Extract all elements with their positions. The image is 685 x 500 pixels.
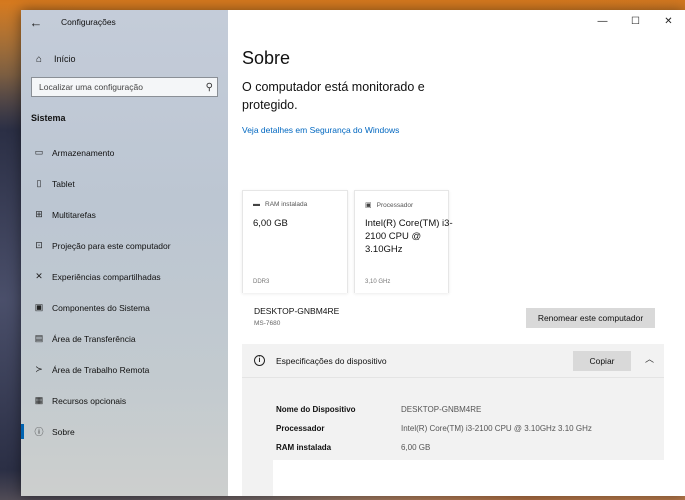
sidebar-item-componentes-do-sistema[interactable]: ▣ Componentes do Sistema xyxy=(21,292,228,323)
back-button[interactable]: ← xyxy=(21,10,51,34)
projection-icon: ⊡ xyxy=(35,240,43,250)
sidebar-item--rea-de-transfer-ncia[interactable]: ▤ Área de Transferência xyxy=(21,323,228,354)
page-title: Sobre xyxy=(242,48,291,68)
device-specs-header[interactable]: i Especificações do dispositivo Copiar ︿ xyxy=(242,344,664,378)
sidebar-item-label: Tablet xyxy=(52,178,75,189)
spec-value: 6,00 GB xyxy=(401,443,431,452)
sidebar: ← Configurações ⌂ Início Localizar uma c… xyxy=(21,10,228,496)
processor-card-label: ▣ Processador xyxy=(365,201,414,210)
processor-card-title: Processador xyxy=(376,201,414,209)
back-arrow-icon: ← xyxy=(29,14,43,30)
device-bar: DESKTOP-GNBM4RE MS-7680 xyxy=(242,297,542,337)
home-icon: ⌂ xyxy=(35,53,43,65)
search-icon: ⚲ xyxy=(205,81,213,93)
ram-card: ▬ RAM instalada 6,00 GB DDR3 xyxy=(242,190,348,293)
device-specs-title: Especificações do dispositivo xyxy=(276,356,387,366)
close-icon[interactable]: ✕ xyxy=(652,10,685,32)
sidebar-item-recursos-opcionais[interactable]: ▦ Recursos opcionais xyxy=(21,385,228,416)
device-specs-panel: i Especificações do dispositivo Copiar ︿… xyxy=(242,344,664,496)
ram-card-label: ▬ RAM instalada xyxy=(253,201,307,208)
sidebar-item-label: Sobre xyxy=(52,426,75,437)
sidebar-item-armazenamento[interactable]: ▭ Armazenamento xyxy=(21,137,228,168)
specs-blank-area xyxy=(273,460,664,496)
sidebar-item-tablet[interactable]: ▯ Tablet xyxy=(21,168,228,199)
info-icon: i xyxy=(254,355,265,366)
multitasking-icon: ⊞ xyxy=(35,209,43,219)
sidebar-item-proje-o-para-este-computador[interactable]: ⊡ Projeção para este computador xyxy=(21,230,228,261)
shared-experiences-icon: ✕ xyxy=(35,271,43,281)
memory-icon: ▬ xyxy=(253,201,260,208)
tablet-icon: ▯ xyxy=(36,178,42,188)
sidebar-item-label: Área de Transferência xyxy=(52,333,136,344)
sidebar-item-label: Componentes do Sistema xyxy=(52,302,150,313)
nav-list: ▭ Armazenamento ▯ Tablet ⊞ Multitarefas ⊡ Proje… xyxy=(21,137,228,447)
search-input[interactable]: Localizar uma configuração ⚲ xyxy=(31,77,218,97)
minimize-icon[interactable]: — xyxy=(586,10,619,32)
rename-pc-button[interactable]: Renomear este computador xyxy=(526,308,655,328)
spec-key: Nome do Dispositivo xyxy=(276,405,356,414)
window-title: Configurações xyxy=(61,17,116,27)
device-model: MS-7680 xyxy=(254,320,281,327)
maximize-icon[interactable]: ☐ xyxy=(619,10,652,32)
spec-value: Intel(R) Core(TM) i3-2100 CPU @ 3.10GHz … xyxy=(401,424,592,433)
copy-button[interactable]: Copiar xyxy=(573,351,631,371)
spec-value: DESKTOP-GNBM4RE xyxy=(401,405,482,414)
spec-key: Processador xyxy=(276,424,325,433)
device-name: DESKTOP-GNBM4RE xyxy=(254,306,340,316)
sidebar-item-sobre[interactable]: ⓘ Sobre xyxy=(21,416,228,447)
info-icon: ⓘ xyxy=(34,427,44,437)
processor-card: ▣ Processador Intel(R) Core(TM) i3-2100 … xyxy=(354,190,453,293)
clipboard-icon: ▤ xyxy=(34,333,44,343)
processor-card-value: Intel(R) Core(TM) i3-2100 CPU @ 3.10GHz xyxy=(365,218,453,255)
sidebar-item--rea-de-trabalho-remota[interactable]: ≻ Área de Trabalho Remota xyxy=(21,354,228,385)
sidebar-item-label: Experiências compartilhadas xyxy=(52,271,161,282)
processor-card-footer: 3,10 GHz xyxy=(365,279,391,285)
ram-card-title: RAM instalada xyxy=(265,201,308,208)
optional-features-icon: ▦ xyxy=(34,395,44,405)
title-bar: ← Configurações xyxy=(21,10,228,34)
security-details-link[interactable]: Veja detalhes em Segurança do Windows xyxy=(242,125,399,135)
sidebar-item-label: Recursos opcionais xyxy=(52,395,127,406)
sidebar-item-experi-ncias-compartilhadas[interactable]: ✕ Experiências compartilhadas xyxy=(21,261,228,292)
protection-status: O computador está monitorado e protegido… xyxy=(242,80,425,112)
nav-home-label: Início xyxy=(54,54,76,64)
settings-window: ← Configurações ⌂ Início Localizar uma c… xyxy=(21,10,685,496)
system-components-icon: ▣ xyxy=(34,302,44,312)
sidebar-item-label: Projeção para este computador xyxy=(52,240,171,251)
window-controls: — ☐ ✕ xyxy=(586,10,685,32)
main-content: — ☐ ✕ Sobre O computador está monitorado… xyxy=(228,10,685,496)
processor-icon: ▣ xyxy=(365,202,372,209)
chevron-up-icon[interactable]: ︿ xyxy=(645,352,654,365)
storage-icon: ▭ xyxy=(34,147,44,157)
sidebar-item-label: Área de Trabalho Remota xyxy=(52,364,150,375)
sidebar-item-label: Armazenamento xyxy=(52,147,115,158)
search-placeholder: Localizar uma configuração xyxy=(39,82,143,92)
sidebar-item-label: Multitarefas xyxy=(52,209,96,220)
section-title: Sistema xyxy=(31,113,66,123)
remote-desktop-icon: ≻ xyxy=(35,364,43,374)
ram-card-value: 6,00 GB xyxy=(253,218,288,229)
spec-key: RAM instalada xyxy=(276,443,332,452)
sidebar-item-multitarefas[interactable]: ⊞ Multitarefas xyxy=(21,199,228,230)
ram-card-footer: DDR3 xyxy=(253,279,270,285)
nav-home[interactable]: ⌂ Início xyxy=(21,48,228,70)
